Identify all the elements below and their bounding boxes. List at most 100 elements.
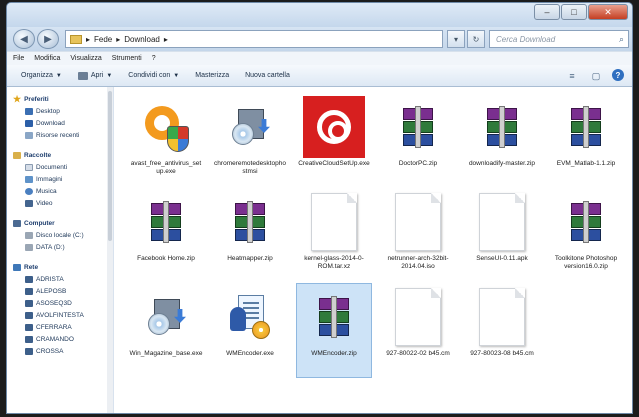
open-button[interactable]: Apri ▼	[77, 71, 112, 80]
menu-edit[interactable]: Modifica	[34, 55, 60, 62]
file-item[interactable]: 927-80022-02 b45.cm	[380, 283, 456, 378]
new-folder-button[interactable]: Nuova cartella	[245, 72, 290, 79]
sidebar-item-recent[interactable]: Risorse recenti	[7, 129, 113, 141]
search-icon[interactable]: ⌕	[619, 34, 624, 45]
burn-label: Masterizza	[195, 72, 230, 79]
maximize-button[interactable]: □	[561, 4, 587, 20]
file-item[interactable]: avast_free_antivirus_setup.exe	[128, 93, 204, 188]
sidebar-item-network-pc[interactable]: CROSSA	[7, 345, 113, 357]
sidebar-label: Desktop	[36, 107, 60, 115]
search-input[interactable]: Cerca Download ⌕	[489, 30, 629, 48]
address-dropdown-button[interactable]: ▾	[447, 30, 465, 48]
sidebar-item-network-pc[interactable]: CRAMANDO	[7, 333, 113, 345]
sidebar-item-drive-d[interactable]: DATA (D:)	[7, 241, 113, 253]
file-item[interactable]: chromeremotedesktophostmsi	[212, 93, 288, 188]
sidebar-item-documents[interactable]: Documenti	[7, 161, 113, 173]
sidebar-label: Preferiti	[24, 95, 49, 103]
menu-view[interactable]: Visualizza	[70, 55, 101, 62]
avast-icon	[133, 96, 199, 158]
generic-file-icon	[469, 191, 535, 253]
minimize-button[interactable]: –	[534, 4, 560, 20]
sidebar-scrollbar[interactable]	[107, 87, 113, 413]
sidebar-item-favorites[interactable]: ★ Preferiti	[7, 93, 113, 105]
sidebar-item-computer[interactable]: Computer	[7, 217, 113, 229]
file-item[interactable]: WMEncoder.exe	[212, 283, 288, 378]
breadcrumb-download[interactable]: Download	[124, 35, 160, 44]
file-grid: avast_free_antivirus_setup.exe chromeremo…	[114, 87, 632, 413]
sidebar-item-libraries[interactable]: Raccolte	[7, 149, 113, 161]
file-item[interactable]: Facebook Home.zip	[128, 188, 204, 283]
file-name: WMEncoder.exe	[226, 350, 274, 357]
menu-help[interactable]: ?	[152, 55, 156, 62]
file-name: CreativeCloudSetUp.exe	[298, 160, 370, 167]
sidebar-label: Raccolte	[24, 151, 52, 159]
sidebar-item-network-pc[interactable]: AVOLFINTESTA	[7, 309, 113, 321]
network-pc-icon	[25, 311, 33, 319]
preview-pane-icon[interactable]: ▢	[588, 69, 604, 83]
file-item[interactable]: 927-80023-08 b45.cm	[464, 283, 540, 378]
view-options-icon[interactable]: ≡	[564, 69, 580, 83]
drive-icon	[25, 243, 33, 251]
close-button[interactable]: ✕	[588, 4, 628, 20]
file-item[interactable]: SenseUI-0.11.apk	[464, 188, 540, 283]
share-button[interactable]: Condividi con ▼	[128, 72, 179, 79]
drive-icon	[25, 231, 33, 239]
content-area: ★ Preferiti Desktop Download Risorse rece…	[7, 87, 632, 413]
address-bar[interactable]: ▸ Fede ▸ Download ▸	[65, 30, 443, 48]
sidebar-item-pictures[interactable]: Immagini	[7, 173, 113, 185]
file-item[interactable]: Heatmapper.zip	[212, 188, 288, 283]
file-name: Win_Magazine_base.exe	[129, 350, 203, 357]
movie-maker-icon	[217, 286, 283, 348]
file-item[interactable]: DoctorPC.zip	[380, 93, 456, 188]
sidebar-item-drive-c[interactable]: Disco locale (C:)	[7, 229, 113, 241]
desktop-icon	[25, 107, 33, 115]
sidebar-item-music[interactable]: Musica	[7, 185, 113, 197]
file-item[interactable]: CreativeCloudSetUp.exe	[296, 93, 372, 188]
file-item[interactable]: downloadify-master.zip	[464, 93, 540, 188]
sidebar-label: DATA (D:)	[36, 243, 65, 251]
network-pc-icon	[25, 323, 33, 331]
file-item[interactable]: WMEncoder.zip	[296, 283, 372, 378]
setup-icon	[217, 96, 283, 158]
generic-file-icon	[385, 286, 451, 348]
file-name: SenseUI-0.11.apk	[476, 255, 528, 262]
file-name: downloadify-master.zip	[468, 160, 536, 167]
file-name: 927-80023-08 b45.cm	[470, 350, 534, 357]
breadcrumb-user[interactable]: Fede	[94, 35, 112, 44]
zip-archive-icon	[469, 96, 535, 158]
sidebar-scroll-thumb[interactable]	[108, 91, 112, 241]
organize-button[interactable]: Organizza ▼	[21, 72, 62, 79]
sidebar-item-network[interactable]: Rete	[7, 261, 113, 273]
sidebar-item-network-pc[interactable]: CFERRARA	[7, 321, 113, 333]
network-pc-icon	[25, 275, 33, 283]
sidebar-item-network-pc[interactable]: ALEPOSB	[7, 285, 113, 297]
file-item[interactable]: EVM_Matlab-1.1.zip	[548, 93, 624, 188]
file-item[interactable]: Toolkitone Photoshop version16.0.zip	[548, 188, 624, 283]
file-item[interactable]: kernel-glass-2014-0-ROM.tar.xz	[296, 188, 372, 283]
generic-file-icon	[301, 191, 367, 253]
sidebar-item-desktop[interactable]: Desktop	[7, 105, 113, 117]
sidebar-item-video[interactable]: Video	[7, 197, 113, 209]
network-pc-icon	[25, 335, 33, 343]
back-button[interactable]: ◀	[13, 29, 35, 49]
menu-file[interactable]: File	[13, 55, 24, 62]
menu-tools[interactable]: Strumenti	[112, 55, 142, 62]
burn-button[interactable]: Masterizza	[195, 72, 229, 79]
generic-file-icon	[469, 286, 535, 348]
breadcrumb-separator: ▸	[163, 34, 168, 44]
sidebar-item-network-pc[interactable]: ADRISTA	[7, 273, 113, 285]
search-placeholder: Cerca Download	[496, 34, 556, 44]
file-item[interactable]: netrunner-arch-32bit-2014.04.iso	[380, 188, 456, 283]
file-name: kernel-glass-2014-0-ROM.tar.xz	[304, 255, 364, 270]
sidebar-item-download[interactable]: Download	[7, 117, 113, 129]
sidebar-item-network-pc[interactable]: ASOSEQ3D	[7, 297, 113, 309]
forward-button[interactable]: ▶	[37, 29, 59, 49]
sidebar-label: Download	[36, 119, 65, 127]
file-item[interactable]: Win_Magazine_base.exe	[128, 283, 204, 378]
file-name: avast_free_antivirus_setup.exe	[130, 160, 202, 175]
refresh-button[interactable]: ↻	[467, 30, 485, 48]
sidebar-label: Video	[36, 199, 53, 207]
sidebar-label: ASOSEQ3D	[36, 299, 72, 307]
help-icon[interactable]: ?	[612, 69, 624, 81]
chevron-down-icon: ▼	[173, 72, 180, 79]
